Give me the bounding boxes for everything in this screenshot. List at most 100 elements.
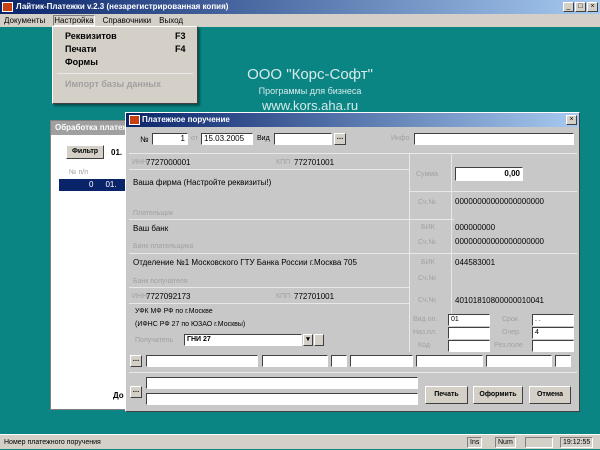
term-input[interactable]: . . [532, 314, 574, 326]
date-label: от [191, 135, 198, 142]
reserve-input[interactable] [532, 340, 574, 352]
tax-field-5[interactable] [416, 355, 483, 367]
row-no: 0 [89, 180, 94, 189]
menu-references[interactable]: Справочники [103, 16, 151, 25]
payer-account[interactable]: 00000000000000000000 [455, 197, 544, 206]
divider [57, 73, 193, 74]
app-title-bar: Лайтик-Платежки v.2.3 (незарегистрирован… [0, 0, 600, 14]
sum-input[interactable]: 0,00 [455, 167, 523, 181]
payments-window: Обработка платежей Фильтр 01. № п/п 0 01.… [50, 120, 135, 410]
tax-browse-button[interactable]: … [130, 355, 142, 367]
logo-url: www.kors.aha.ru [261, 98, 359, 113]
kind-label: Вид [257, 135, 270, 142]
menu-item-import: Импорт базы данных [65, 79, 161, 89]
maximize-button[interactable]: □ [575, 2, 586, 12]
tax-field-3[interactable] [331, 355, 347, 367]
logo-company: ООО "Корс-Софт" [247, 66, 373, 83]
acc-label: Сч.№ [418, 297, 437, 304]
divider [129, 219, 409, 220]
code-input[interactable] [448, 340, 490, 352]
recipient-account[interactable]: 40101810800000010041 [455, 296, 544, 305]
payer-bank-label: Банк плательщика [133, 243, 194, 250]
row-date: 01. [105, 180, 117, 189]
tax-field-6[interactable] [486, 355, 552, 367]
reserve-label: Рез.поле [494, 342, 523, 349]
table-row[interactable]: 0 01. [59, 179, 135, 191]
payer-corr-account[interactable]: 00000000000000000000 [455, 237, 544, 246]
divider [129, 303, 409, 304]
menu-item-requisites[interactable]: Реквизитов [65, 31, 117, 41]
tax-field-7[interactable] [555, 355, 571, 367]
status-bar: Номер платежного поручения Ins Num 19:12… [0, 434, 600, 449]
dialog-icon [129, 115, 140, 125]
footer-label: До [113, 391, 124, 400]
menu-item-forms[interactable]: Формы [65, 57, 98, 67]
issue-button[interactable]: Оформить [473, 386, 523, 404]
minimize-button[interactable]: _ [563, 2, 574, 12]
order-input[interactable]: 4 [532, 327, 574, 339]
status-empty [525, 437, 553, 448]
kind-browse-button[interactable]: … [334, 133, 346, 145]
divider [409, 253, 577, 254]
dialog-close-button[interactable]: × [566, 115, 577, 125]
recipient-inn[interactable]: 7727092173 [146, 292, 191, 301]
tax-field-2[interactable] [262, 355, 328, 367]
bik-label: БИК [421, 259, 435, 266]
tax-field-1[interactable] [146, 355, 258, 367]
cancel-button[interactable]: Отмена [529, 386, 571, 404]
close-button[interactable]: × [587, 2, 598, 12]
op-label: Вид оп. [413, 316, 438, 323]
order-label: Очер. [502, 329, 521, 336]
purpose-browse-button[interactable]: … [130, 386, 142, 398]
recipient-bank[interactable]: Отделение №1 Московского ГТУ Банка Росси… [133, 258, 357, 267]
divider [129, 253, 409, 254]
window-title: Обработка платежей [51, 121, 134, 135]
recipient-kpp-label: КПП [276, 293, 291, 300]
tax-field-4[interactable] [350, 355, 413, 367]
recipient-kpp[interactable]: 772701001 [294, 292, 334, 301]
info-label: Инфо [391, 135, 410, 142]
recipient-combo[interactable]: ГНИ 27 [184, 334, 302, 346]
payer-kpp-label: КПП [276, 159, 291, 166]
menu-exit[interactable]: Выход [159, 16, 183, 25]
code-label: Код [418, 342, 430, 349]
recipient-name-line1[interactable]: УФК МФ РФ по г.Москве [135, 308, 213, 315]
op-input[interactable]: 01 [448, 314, 490, 326]
menu-documents[interactable]: Документы [4, 16, 45, 25]
number-input[interactable]: 1 [152, 133, 188, 145]
col-header: № п/п [69, 169, 88, 176]
divider [129, 169, 409, 170]
purpose-input[interactable] [448, 327, 490, 339]
recipient-browse-button[interactable] [314, 334, 324, 346]
recipient-bik[interactable]: 044583001 [455, 258, 495, 267]
filter-date: 01. [111, 148, 123, 157]
divider [409, 219, 454, 220]
app-icon [2, 2, 13, 12]
chevron-down-icon[interactable]: ▾ [303, 334, 313, 346]
status-num: Num [495, 437, 516, 448]
menu-settings[interactable]: Настройка [53, 15, 95, 26]
payer-kpp[interactable]: 772701001 [294, 158, 334, 167]
divider [129, 287, 409, 288]
payer-name[interactable]: Ваша фирма (Настройте реквизиты!) [133, 178, 271, 187]
payer-inn[interactable]: 7727000001 [146, 158, 191, 167]
payment-purpose-line1[interactable] [146, 377, 418, 389]
status-time: 19:12:55 [560, 437, 594, 448]
logo-tagline: Программы для бизнеса [258, 86, 362, 96]
date-input[interactable]: 15.03.2005 [201, 133, 253, 145]
no-label: № [140, 135, 149, 144]
info-input[interactable] [414, 133, 574, 145]
payer-bank[interactable]: Ваш банк [133, 224, 168, 233]
print-button[interactable]: Печать [425, 386, 468, 404]
shortcut: F4 [175, 44, 186, 54]
acc-label: Сч.№ [418, 199, 437, 206]
payer-bik[interactable]: 000000000 [455, 223, 495, 232]
payment-purpose-line2[interactable] [146, 393, 418, 405]
kind-input[interactable] [274, 133, 332, 145]
menu-item-print[interactable]: Печати [65, 44, 96, 54]
recipient-bank-label: Банк получателя [133, 278, 188, 285]
filter-button[interactable]: Фильтр [66, 145, 104, 159]
term-label: Срок [502, 316, 518, 323]
bik-label: БИК [421, 224, 435, 231]
recipient-name-line2[interactable]: (ИФНС РФ 27 по ЮЗАО г.Москвы) [135, 321, 245, 328]
